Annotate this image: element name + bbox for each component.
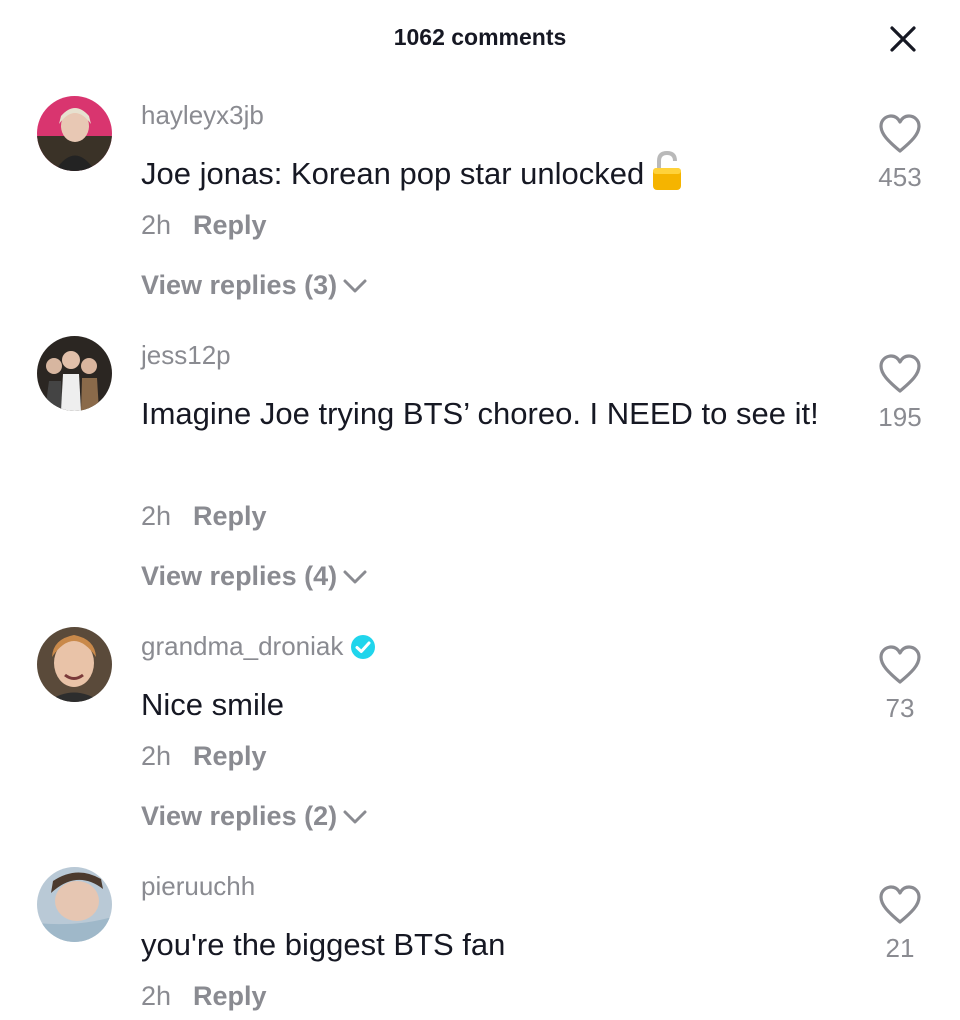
avatar[interactable]: [37, 96, 112, 171]
username-text[interactable]: pieruuchh: [141, 871, 255, 902]
comment-username[interactable]: jess12p: [141, 340, 231, 371]
avatar[interactable]: [37, 627, 112, 702]
like-group: 21: [860, 885, 940, 964]
comment-username[interactable]: pieruuchh: [141, 871, 255, 902]
unlocked-padlock-emoji-icon: [653, 150, 682, 190]
heart-outline-icon[interactable]: [878, 645, 922, 685]
username-text[interactable]: jess12p: [141, 340, 231, 371]
like-group: 73: [860, 645, 940, 724]
comment-text-content: Joe jonas: Korean pop star unlocked: [141, 156, 645, 191]
like-count: 453: [878, 162, 922, 192]
comment-text: you're the biggest BTS fan: [141, 919, 853, 971]
heart-outline-icon[interactable]: [878, 885, 922, 925]
chevron-down-icon: [343, 810, 367, 823]
comment-username[interactable]: grandma_droniak: [141, 631, 376, 662]
comment-text-content: you're the biggest BTS fan: [141, 927, 506, 962]
view-replies-button[interactable]: View replies (3): [141, 270, 369, 301]
comment-meta: 2h Reply: [141, 741, 267, 772]
username-text[interactable]: hayleyx3jb: [141, 100, 264, 131]
reply-button[interactable]: Reply: [193, 501, 267, 532]
view-replies-button[interactable]: View replies (2): [141, 801, 369, 832]
reply-button[interactable]: Reply: [193, 981, 267, 1012]
comments-header: 1062 comments: [0, 0, 960, 76]
view-replies-label: View replies (3): [141, 270, 338, 300]
reply-button[interactable]: Reply: [193, 210, 267, 241]
comment-meta: 2h Reply: [141, 501, 267, 532]
comment-meta: 2h Reply: [141, 210, 267, 241]
avatar[interactable]: [37, 867, 112, 942]
chevron-down-icon: [343, 279, 367, 292]
comment-text: Nice smile: [141, 679, 853, 731]
avatar[interactable]: [37, 336, 112, 411]
like-count: 195: [878, 402, 922, 432]
heart-outline-icon[interactable]: [878, 354, 922, 394]
comment-text: Imagine Joe trying BTS’ choreo. I NEED t…: [141, 388, 853, 440]
comment-time: 2h: [141, 501, 172, 531]
comment-text-content: Imagine Joe trying BTS’ choreo. I NEED t…: [141, 396, 819, 431]
like-count: 73: [885, 693, 915, 723]
heart-outline-icon[interactable]: [878, 114, 922, 154]
username-text[interactable]: grandma_droniak: [141, 631, 343, 662]
like-group: 453: [860, 114, 940, 193]
view-replies-button[interactable]: View replies (4): [141, 561, 369, 592]
comments-count-title: 1062 comments: [393, 24, 567, 50]
comment-time: 2h: [141, 981, 172, 1011]
like-group: 195: [860, 354, 940, 433]
comment-time: 2h: [141, 210, 172, 240]
chevron-down-icon: [343, 570, 367, 583]
comment-meta: 2h Reply: [141, 981, 267, 1012]
close-icon[interactable]: [884, 20, 922, 58]
comment-text: Joe jonas: Korean pop star unlocked: [141, 148, 853, 200]
comment-text-content: Nice smile: [141, 687, 284, 722]
reply-button[interactable]: Reply: [193, 741, 267, 772]
like-count: 21: [885, 933, 915, 963]
verified-badge-icon: [351, 634, 376, 659]
comment-time: 2h: [141, 741, 172, 771]
comment-username[interactable]: hayleyx3jb: [141, 100, 264, 131]
view-replies-label: View replies (2): [141, 801, 338, 831]
view-replies-label: View replies (4): [141, 561, 338, 591]
